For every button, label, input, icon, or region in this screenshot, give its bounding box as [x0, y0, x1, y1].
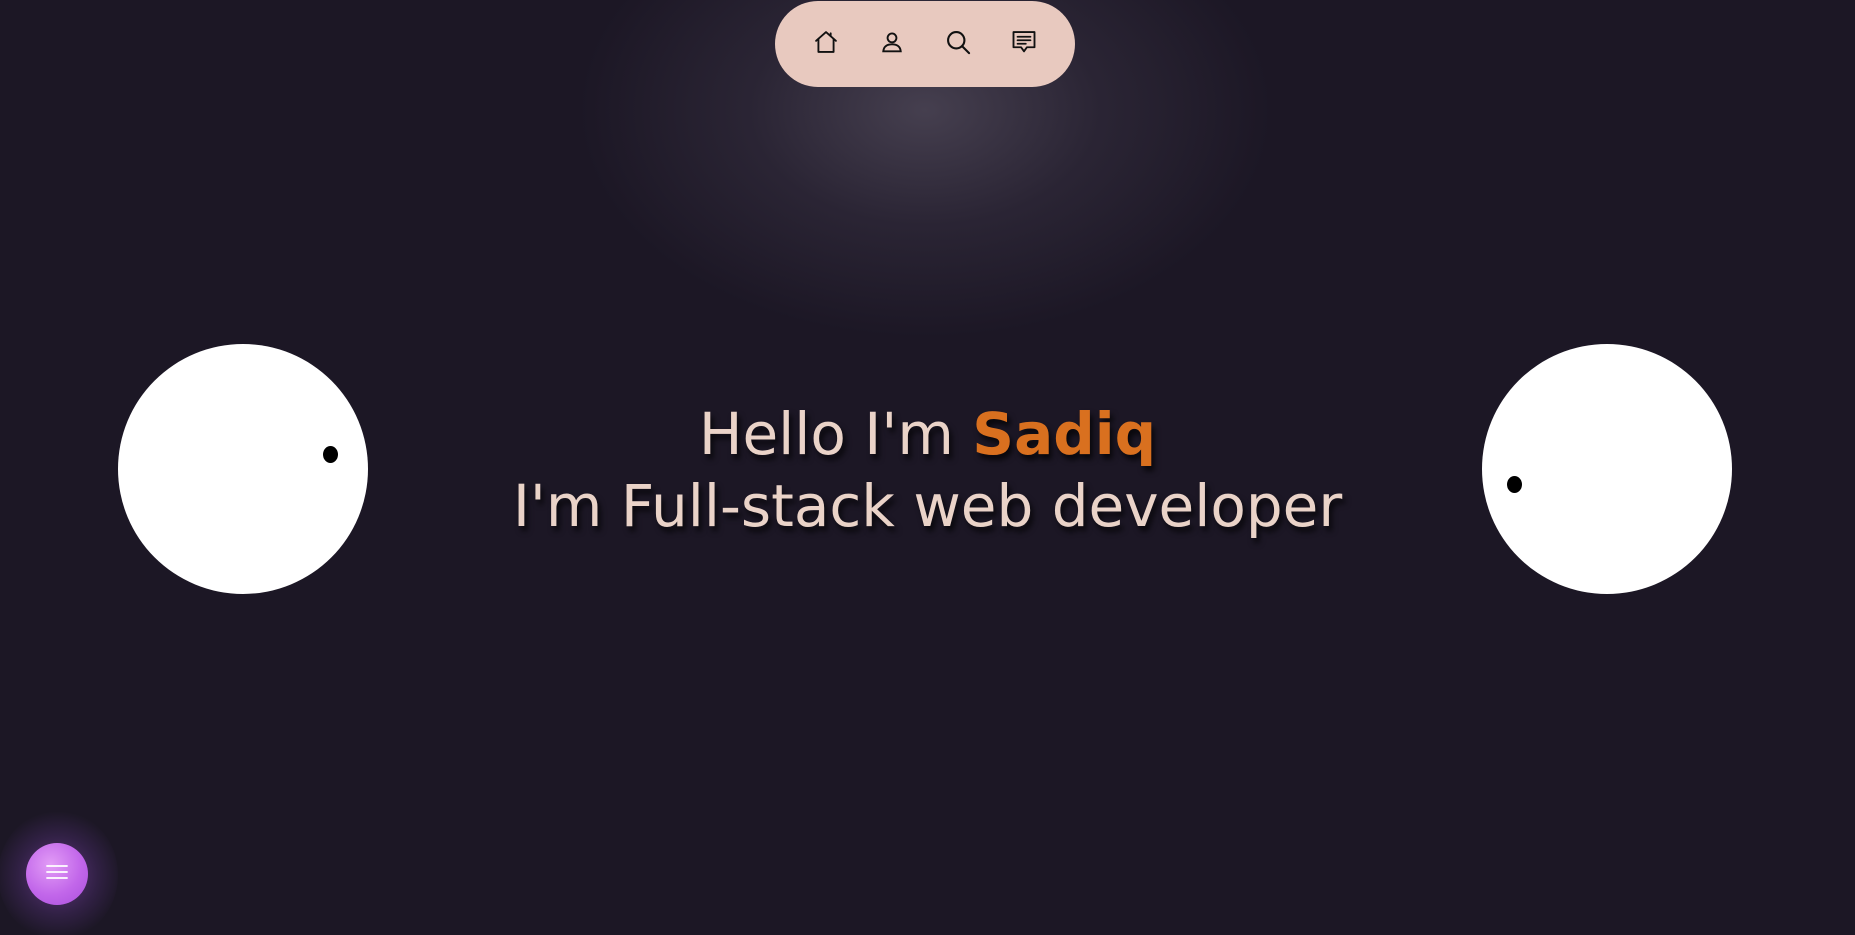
nav-chat-button[interactable]	[1002, 22, 1046, 66]
nav-search-button[interactable]	[936, 22, 980, 66]
greeting-line: Hello I'm Sadiq	[0, 398, 1855, 470]
hero-heading: Hello I'm Sadiq I'm Full-stack web devel…	[0, 398, 1855, 542]
page: Hello I'm Sadiq I'm Full-stack web devel…	[0, 0, 1855, 935]
user-icon	[878, 28, 906, 61]
home-icon	[812, 28, 840, 61]
hero-name: Sadiq	[972, 400, 1157, 468]
nav-home-button[interactable]	[804, 22, 848, 66]
hero-tagline: I'm Full-stack web developer	[512, 472, 1343, 540]
greeting-prefix: Hello I'm	[698, 400, 973, 468]
nav-profile-button[interactable]	[870, 22, 914, 66]
hamburger-icon	[44, 861, 70, 888]
chat-icon	[1010, 28, 1038, 61]
search-icon	[944, 28, 972, 61]
top-navbar	[775, 1, 1075, 87]
menu-toggle-button[interactable]	[26, 843, 88, 905]
